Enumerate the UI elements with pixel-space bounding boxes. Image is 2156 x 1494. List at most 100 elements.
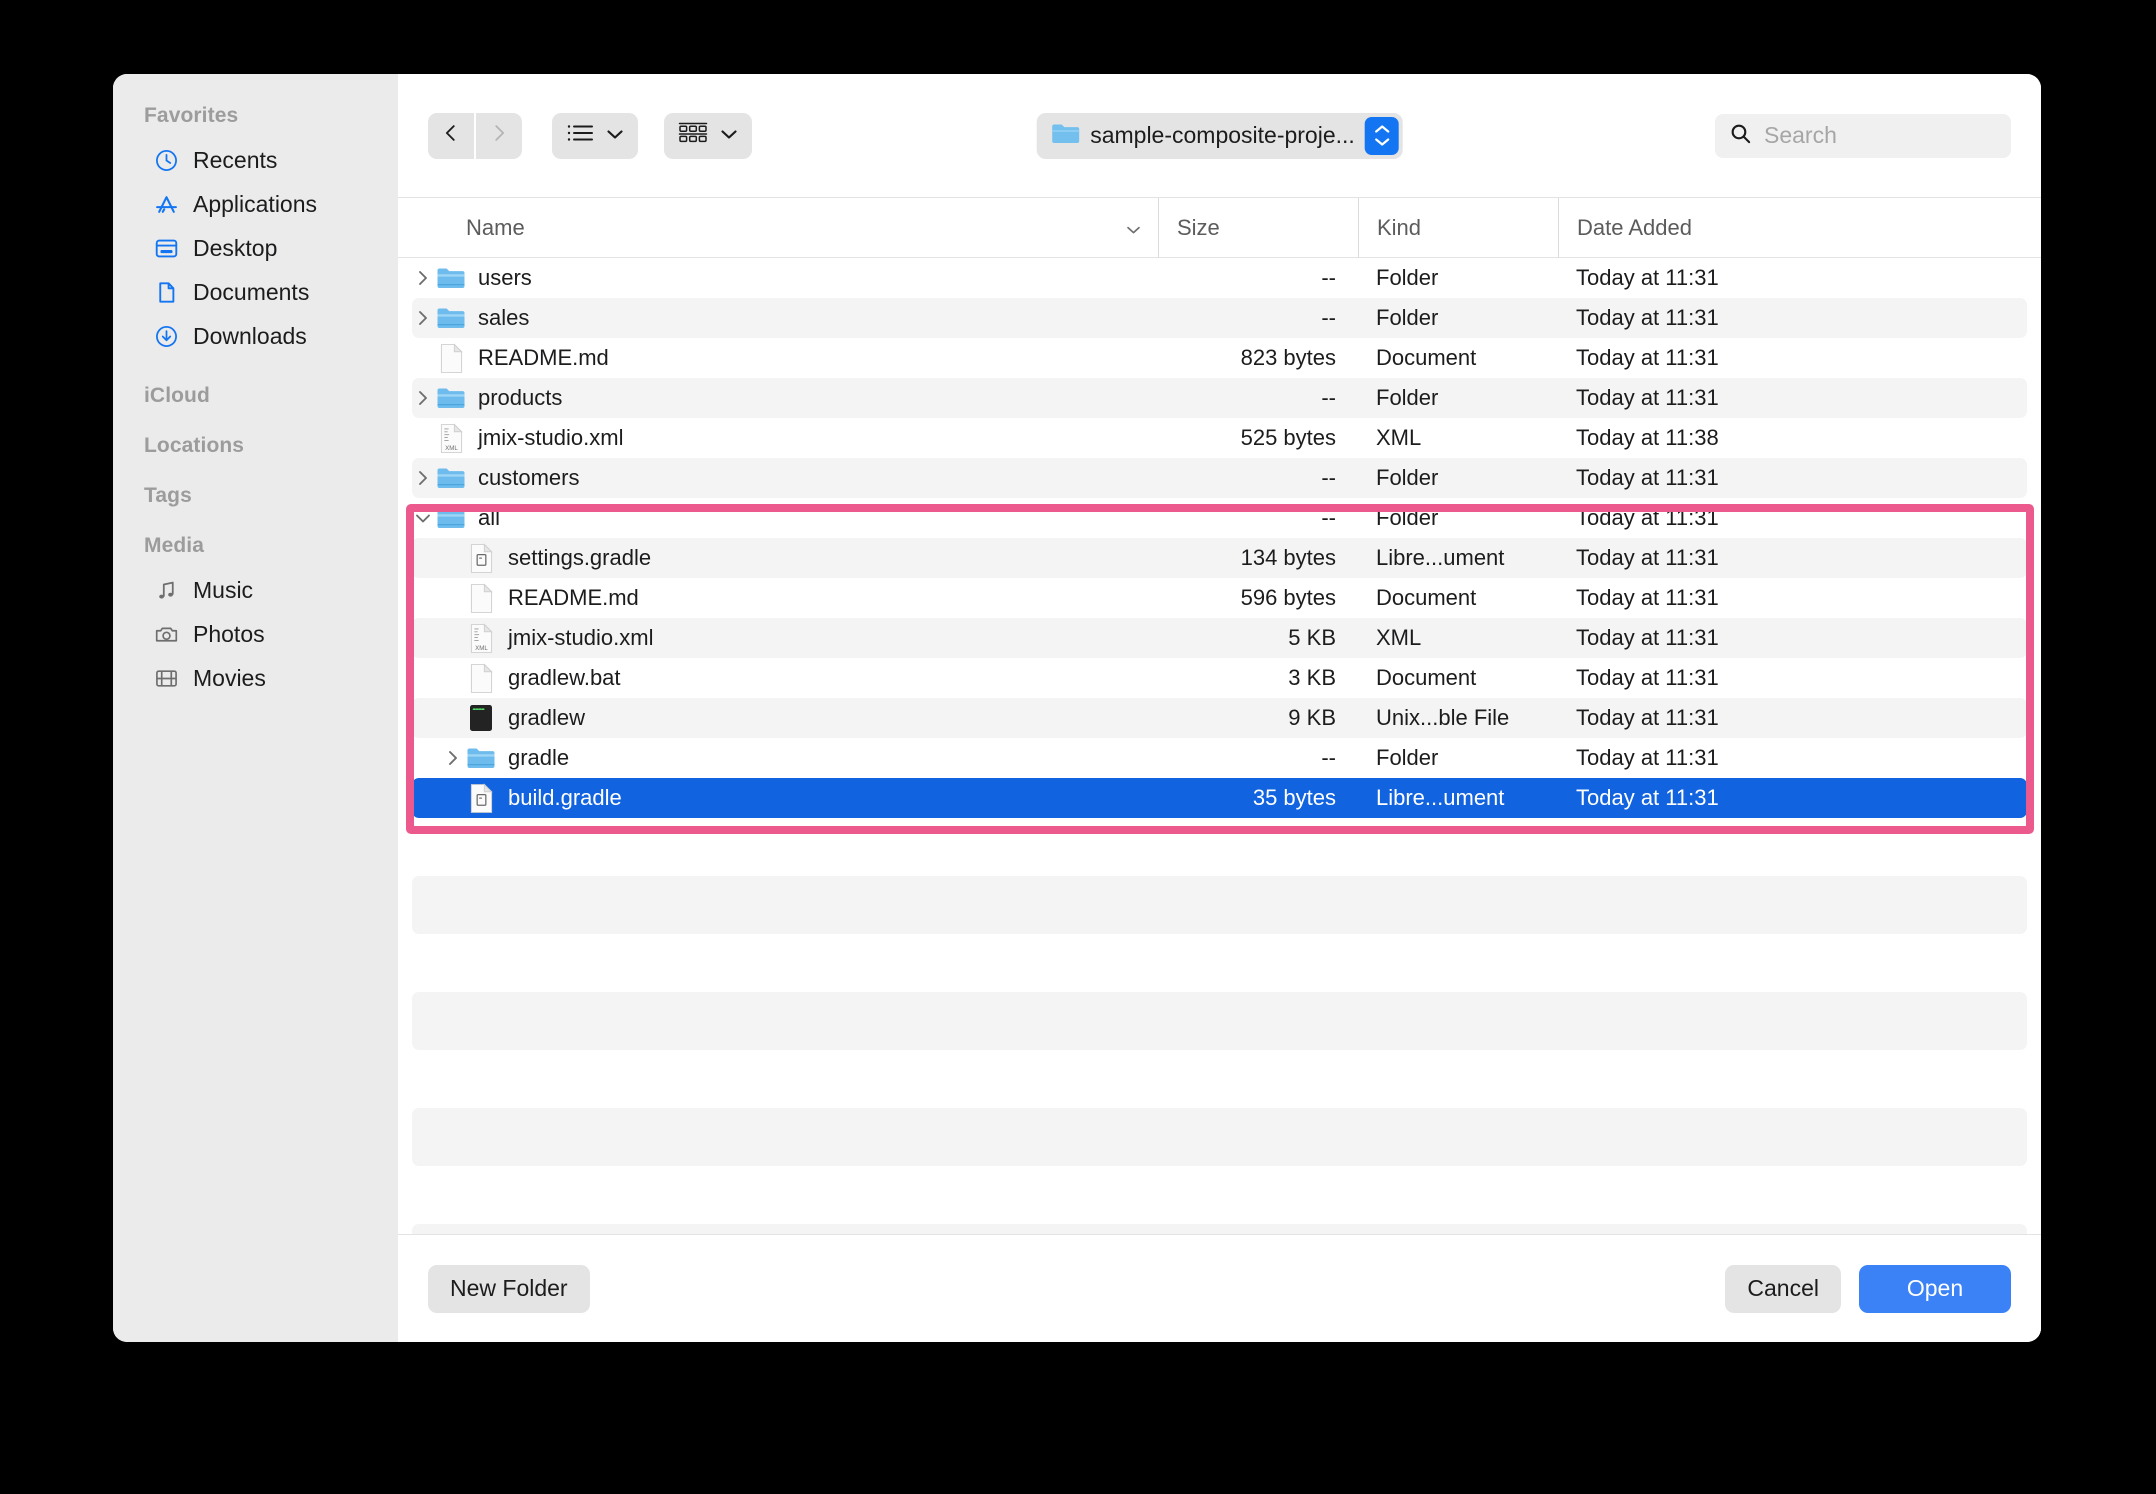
music-note-icon [153,577,179,603]
cell-kind: Libre...ument [1358,545,1558,571]
table-row[interactable]: gradle--FolderToday at 11:31 [398,738,2041,778]
column-header-name[interactable]: Name [398,198,1158,258]
table-row[interactable]: README.md596 bytesDocumentToday at 11:31 [398,578,2041,618]
cell-name: README.md [398,341,1158,375]
open-button[interactable]: Open [1859,1265,2011,1313]
cell-date: Today at 11:38 [1558,425,1958,451]
table-row[interactable]: gradlew9 KBUnix...ble FileToday at 11:31 [398,698,2041,738]
sidebar-item-photos[interactable]: Photos [125,612,386,656]
group-items-icon [678,121,708,150]
cell-size: -- [1158,745,1358,771]
cell-kind: Document [1358,345,1558,371]
file-name-label: settings.gradle [508,545,651,571]
cell-name: gradlew.bat [398,661,1158,695]
file-name-label: jmix-studio.xml [508,625,653,651]
table-row[interactable]: settings.gradle134 bytesLibre...umentTod… [398,538,2041,578]
file-name-label: customers [478,465,579,491]
file-name-label: products [478,385,562,411]
file-name-label: build.gradle [508,785,622,811]
row-background [412,1108,2027,1166]
cell-name: users [398,261,1158,295]
row-background [412,876,2027,934]
forward-button[interactable] [476,113,522,159]
cell-name: build.gradle [398,781,1158,815]
search-field[interactable]: Search [1715,114,2011,158]
cell-date: Today at 11:31 [1558,785,1958,811]
file-name-label: README.md [508,585,639,611]
table-row[interactable]: XMLjmix-studio.xml525 bytes XML Today at 1… [398,418,2041,458]
view-mode-button[interactable] [552,113,638,159]
main-panel: sample-composite-proje... Search [398,74,2041,1342]
disclosure-triangle-icon[interactable] [410,268,436,288]
cell-name: XMLjmix-studio.xml [398,421,1158,455]
search-input[interactable]: Search [1764,122,1837,149]
table-row[interactable]: customers--FolderToday at 11:31 [398,458,2041,498]
empty-list-row [398,1050,2041,1108]
cell-date: Today at 11:31 [1558,665,1958,691]
cell-size: -- [1158,465,1358,491]
cell-date: Today at 11:31 [1558,385,1958,411]
xml-icon: XML [436,421,466,455]
cell-size: 525 bytes [1158,425,1358,451]
cell-date: Today at 11:31 [1558,265,1958,291]
table-row[interactable]: sales--FolderToday at 11:31 [398,298,2041,338]
cell-name: gradlew [398,701,1158,735]
up-down-stepper-icon[interactable] [1365,117,1399,155]
cell-kind: Folder [1358,385,1558,411]
table-row[interactable]: build.gradle35 bytesLibre...umentToday a… [398,778,2041,818]
back-button[interactable] [428,113,474,159]
disclosure-triangle-icon[interactable] [440,748,466,768]
cell-date: Today at 11:31 [1558,745,1958,771]
sidebar-item-downloads[interactable]: Downloads [125,314,386,358]
cell-name: settings.gradle [398,541,1158,575]
new-folder-button[interactable]: New Folder [428,1265,590,1313]
table-row[interactable]: users--FolderToday at 11:31 [398,258,2041,298]
path-popup-button[interactable]: sample-composite-proje... [1036,113,1403,159]
chevron-down-icon [606,127,624,145]
doc-blank-icon [436,341,466,375]
disclosure-triangle-icon[interactable] [410,308,436,328]
cell-size: -- [1158,265,1358,291]
cell-size: 5 KB [1158,625,1358,651]
file-list[interactable]: users--FolderToday at 11:31sales--Folder… [398,258,2041,1234]
cell-size: -- [1158,385,1358,411]
table-row[interactable]: products --FolderToday at 11:31 [398,378,2041,418]
table-row[interactable]: XMLjmix-studio.xml5 KBXMLToday at 11:31 [398,618,2041,658]
column-header-size[interactable]: Size [1158,198,1358,258]
sidebar-item-applications[interactable]: Applications [125,182,386,226]
terminal-icon [466,701,496,735]
empty-list-row [398,992,2041,1050]
sidebar-item-music[interactable]: Music [125,568,386,612]
empty-list-row [398,818,2041,876]
table-row[interactable]: gradlew.bat3 KBDocumentToday at 11:31 [398,658,2041,698]
file-name-label: gradle [508,745,569,771]
table-row[interactable]: README.md823 bytesDocumentToday at 11:31 [398,338,2041,378]
sidebar-item-desktop[interactable]: Desktop [125,226,386,270]
sidebar-item-movies[interactable]: Movies [125,656,386,700]
cell-kind: Folder [1358,465,1558,491]
cell-name: products [398,381,1158,415]
row-background [412,992,2027,1050]
camera-icon [153,621,179,647]
column-header-kind[interactable]: Kind [1358,198,1558,258]
folder-icon [436,381,466,415]
group-by-button[interactable] [664,113,752,159]
disclosure-triangle-icon[interactable] [410,511,436,525]
disclosure-triangle-icon[interactable] [410,388,436,408]
sidebar-item-recents[interactable]: Recents [125,138,386,182]
cell-kind: XML [1358,625,1558,651]
film-icon [153,665,179,691]
cell-size: -- [1158,505,1358,531]
cell-kind: Libre...ument [1358,785,1558,811]
folder-icon [436,461,466,495]
sidebar: Favorites Recents Applications [113,74,398,1342]
empty-list-row [398,934,2041,992]
disclosure-triangle-icon[interactable] [410,468,436,488]
cancel-button[interactable]: Cancel [1725,1265,1841,1313]
sidebar-item-documents[interactable]: Documents [125,270,386,314]
folder-icon [436,261,466,295]
cell-size: 134 bytes [1158,545,1358,571]
table-row[interactable]: all--FolderToday at 11:31 [398,498,2041,538]
chevron-right-icon [488,121,510,150]
column-header-date-added[interactable]: Date Added [1558,198,1958,258]
